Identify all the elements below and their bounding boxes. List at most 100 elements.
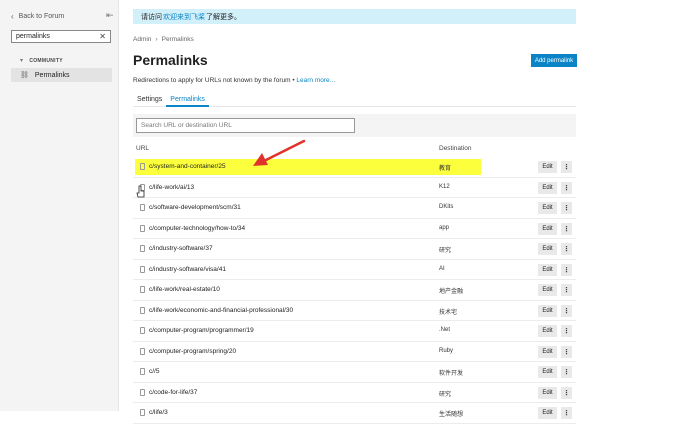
copy-icon[interactable] — [140, 224, 145, 232]
copy-icon[interactable] — [140, 409, 145, 416]
table-row: c/life-work/ai/13 K12 Edit ⋮ — [133, 178, 576, 198]
filter-field[interactable] — [136, 118, 355, 133]
table-row: c/computer-program/programmer/19 .Net Ed… — [133, 321, 576, 342]
table-row: c/life/3 生活随想 Edit ⋮ — [133, 403, 576, 424]
more-options-button[interactable]: ⋮ — [561, 243, 572, 255]
edit-button[interactable]: Edit — [538, 161, 557, 173]
back-to-forum-label: Back to Forum — [18, 13, 65, 20]
edit-button[interactable]: Edit — [538, 386, 557, 399]
edit-button[interactable]: Edit — [538, 407, 557, 419]
row-url: c/computer-program/programmer/19 — [149, 327, 254, 334]
more-options-button[interactable]: ⋮ — [561, 304, 572, 317]
edit-button[interactable]: Edit — [538, 202, 557, 214]
more-options-button[interactable]: ⋮ — [561, 202, 572, 214]
row-destination: 生活随想 — [439, 412, 464, 418]
more-options-button[interactable]: ⋮ — [561, 325, 572, 337]
table-row: c/code-for-life/37 研究 Edit ⋮ — [133, 383, 576, 403]
row-url: c/software-development/scm/31 — [149, 204, 241, 211]
copy-icon[interactable] — [140, 265, 145, 273]
edit-button[interactable]: Edit — [538, 325, 557, 337]
sidebar-section-label: COMMUNITY — [29, 57, 63, 64]
row-destination: K12 — [439, 183, 450, 190]
notice-banner: 请访问 欢迎来到飞桨 了解更多。 — [133, 9, 576, 24]
page-title: Permalinks — [133, 52, 208, 68]
edit-button[interactable]: Edit — [538, 304, 557, 317]
more-options-button[interactable]: ⋮ — [561, 284, 572, 296]
column-header-url: URL — [136, 145, 150, 152]
table-header: URL Destination — [133, 143, 576, 155]
copy-icon[interactable] — [140, 204, 145, 211]
table-row: c/computer-technology/how-to/34 app Edit… — [133, 219, 576, 239]
copy-icon[interactable] — [140, 388, 145, 396]
banner-suffix: 了解更多。 — [206, 13, 241, 21]
row-destination: AI — [439, 265, 445, 272]
row-destination: DKits — [439, 204, 454, 210]
link-icon: ⛓ — [20, 72, 29, 79]
mouse-cursor-icon — [136, 185, 145, 198]
copy-icon[interactable] — [140, 368, 145, 375]
edit-button[interactable]: Edit — [538, 284, 557, 296]
row-url: c/life-work/economic-and-financial-profe… — [149, 306, 294, 314]
sidebar-search-value: permalinks — [16, 33, 50, 40]
more-options-button[interactable]: ⋮ — [561, 407, 572, 419]
row-destination: 教育 — [439, 166, 452, 172]
collapse-sidebar-icon[interactable]: ⇤ — [106, 10, 114, 21]
row-destination: 研究 — [439, 248, 452, 254]
tab-permalinks[interactable]: Permalinks — [166, 95, 209, 107]
table-row: c/industry-software/37 研究 Edit ⋮ — [133, 239, 576, 260]
chevron-right-icon: › — [155, 36, 158, 43]
row-destination: Ruby — [439, 347, 454, 354]
breadcrumb-current: Permalinks — [161, 36, 194, 43]
edit-button[interactable]: Edit — [538, 345, 557, 358]
more-options-button[interactable]: ⋮ — [561, 386, 572, 399]
clear-search-icon[interactable]: ✕ — [99, 32, 106, 41]
more-options-button[interactable]: ⋮ — [561, 161, 572, 173]
sidebar-section-community[interactable]: ▾ COMMUNITY — [20, 57, 63, 65]
more-options-button[interactable]: ⋮ — [561, 181, 572, 194]
edit-button[interactable]: Edit — [538, 263, 557, 276]
permalinks-table: c/system-and-container/25 教育 Edit ⋮ c/li… — [133, 157, 576, 424]
table-row: c//5 软件开发 Edit ⋮ — [133, 362, 576, 383]
filter-input[interactable] — [141, 122, 354, 129]
copy-icon[interactable] — [140, 306, 145, 314]
row-url: c/system-and-container/25 — [149, 163, 226, 170]
row-destination: app — [439, 224, 450, 231]
back-to-forum-link[interactable]: ‹ Back to Forum — [11, 12, 64, 21]
more-options-button[interactable]: ⋮ — [561, 263, 572, 276]
row-url: c/life/3 — [149, 409, 168, 416]
edit-button[interactable]: Edit — [538, 222, 557, 235]
copy-icon[interactable] — [140, 327, 145, 334]
banner-link[interactable]: 欢迎来到飞桨 — [163, 12, 205, 22]
learn-more-link[interactable]: Learn more… — [296, 77, 336, 84]
sidebar: ‹ Back to Forum ⇤ permalinks ✕ ▾ COMMUNI… — [0, 0, 119, 411]
breadcrumb-admin[interactable]: Admin — [133, 36, 151, 43]
sidebar-search-input[interactable]: permalinks ✕ — [11, 30, 111, 43]
page-description: Redirections to apply for URLs not known… — [133, 77, 336, 84]
table-row: c/system-and-container/25 教育 Edit ⋮ — [133, 157, 576, 178]
row-destination: 软件开发 — [439, 371, 464, 377]
copy-icon[interactable] — [140, 245, 145, 252]
add-permalink-button[interactable]: Add permalink — [531, 54, 577, 67]
row-destination: 地产金融 — [439, 289, 464, 295]
copy-icon[interactable] — [140, 163, 145, 170]
table-row: c/life-work/real-estate/10 地产金融 Edit ⋮ — [133, 280, 576, 301]
more-options-button[interactable]: ⋮ — [561, 345, 572, 358]
row-url: c/code-for-life/37 — [149, 388, 198, 396]
copy-icon[interactable] — [140, 286, 145, 293]
chevron-left-icon: ‹ — [11, 12, 14, 21]
more-options-button[interactable]: ⋮ — [561, 366, 572, 378]
description-text: Redirections to apply for URLs not known… — [133, 77, 297, 84]
more-options-button[interactable]: ⋮ — [561, 222, 572, 235]
tab-settings[interactable]: Settings — [133, 95, 166, 107]
edit-button[interactable]: Edit — [538, 366, 557, 378]
sidebar-item-permalinks[interactable]: ⛓ Permalinks — [11, 68, 112, 82]
edit-button[interactable]: Edit — [538, 181, 557, 194]
chevron-down-icon: ▾ — [20, 58, 24, 64]
row-url: c//5 — [149, 368, 160, 375]
table-row: c/software-development/scm/31 DKits Edit… — [133, 198, 576, 219]
copy-icon[interactable] — [140, 347, 145, 355]
edit-button[interactable]: Edit — [538, 243, 557, 255]
banner-prefix: 请访问 — [141, 13, 162, 21]
row-url: c/industry-software/37 — [149, 245, 213, 252]
row-url: c/life-work/real-estate/10 — [149, 286, 220, 293]
